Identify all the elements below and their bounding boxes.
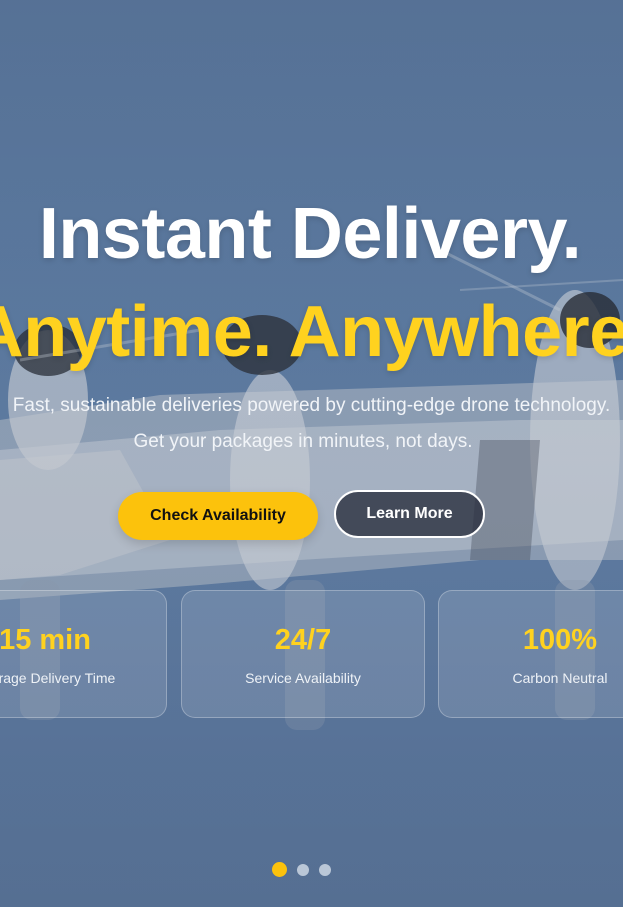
carousel-dot-1[interactable]	[272, 862, 287, 877]
carousel-dot-3[interactable]	[319, 863, 331, 876]
stat-card-carbon-neutral: 100% Carbon Neutral	[438, 590, 623, 718]
stat-value: 24/7	[274, 624, 332, 656]
stat-card-delivery-time: 15 min Average Delivery Time	[0, 590, 167, 718]
learn-more-button[interactable]: Learn More	[334, 490, 485, 538]
stat-label: Average Delivery Time	[0, 670, 116, 686]
carousel-indicators	[272, 862, 331, 877]
stat-card-availability: 24/7 Service Availability	[181, 590, 425, 718]
hero-section: Instant Delivery. Anytime. Anywhere. Fas…	[0, 0, 623, 907]
stat-value: 100%	[522, 624, 598, 656]
check-availability-button[interactable]: Check Availability	[118, 492, 318, 540]
hero-subtitle-line2: Get your packages in minutes, not days.	[133, 431, 473, 452]
hero-subtitle-line1: Fast, sustainable deliveries powered by …	[12, 395, 611, 416]
hero-content: Instant Delivery. Anytime. Anywhere. Fas…	[0, 0, 623, 907]
carousel-dot-2[interactable]	[297, 863, 309, 876]
stat-value: 15 min	[0, 624, 91, 656]
hero-headline-accent: Anytime. Anywhere.	[0, 292, 623, 372]
stat-label: Carbon Neutral	[512, 670, 608, 686]
stat-label: Service Availability	[245, 670, 361, 686]
hero-headline-primary: Instant Delivery.	[38, 194, 582, 274]
